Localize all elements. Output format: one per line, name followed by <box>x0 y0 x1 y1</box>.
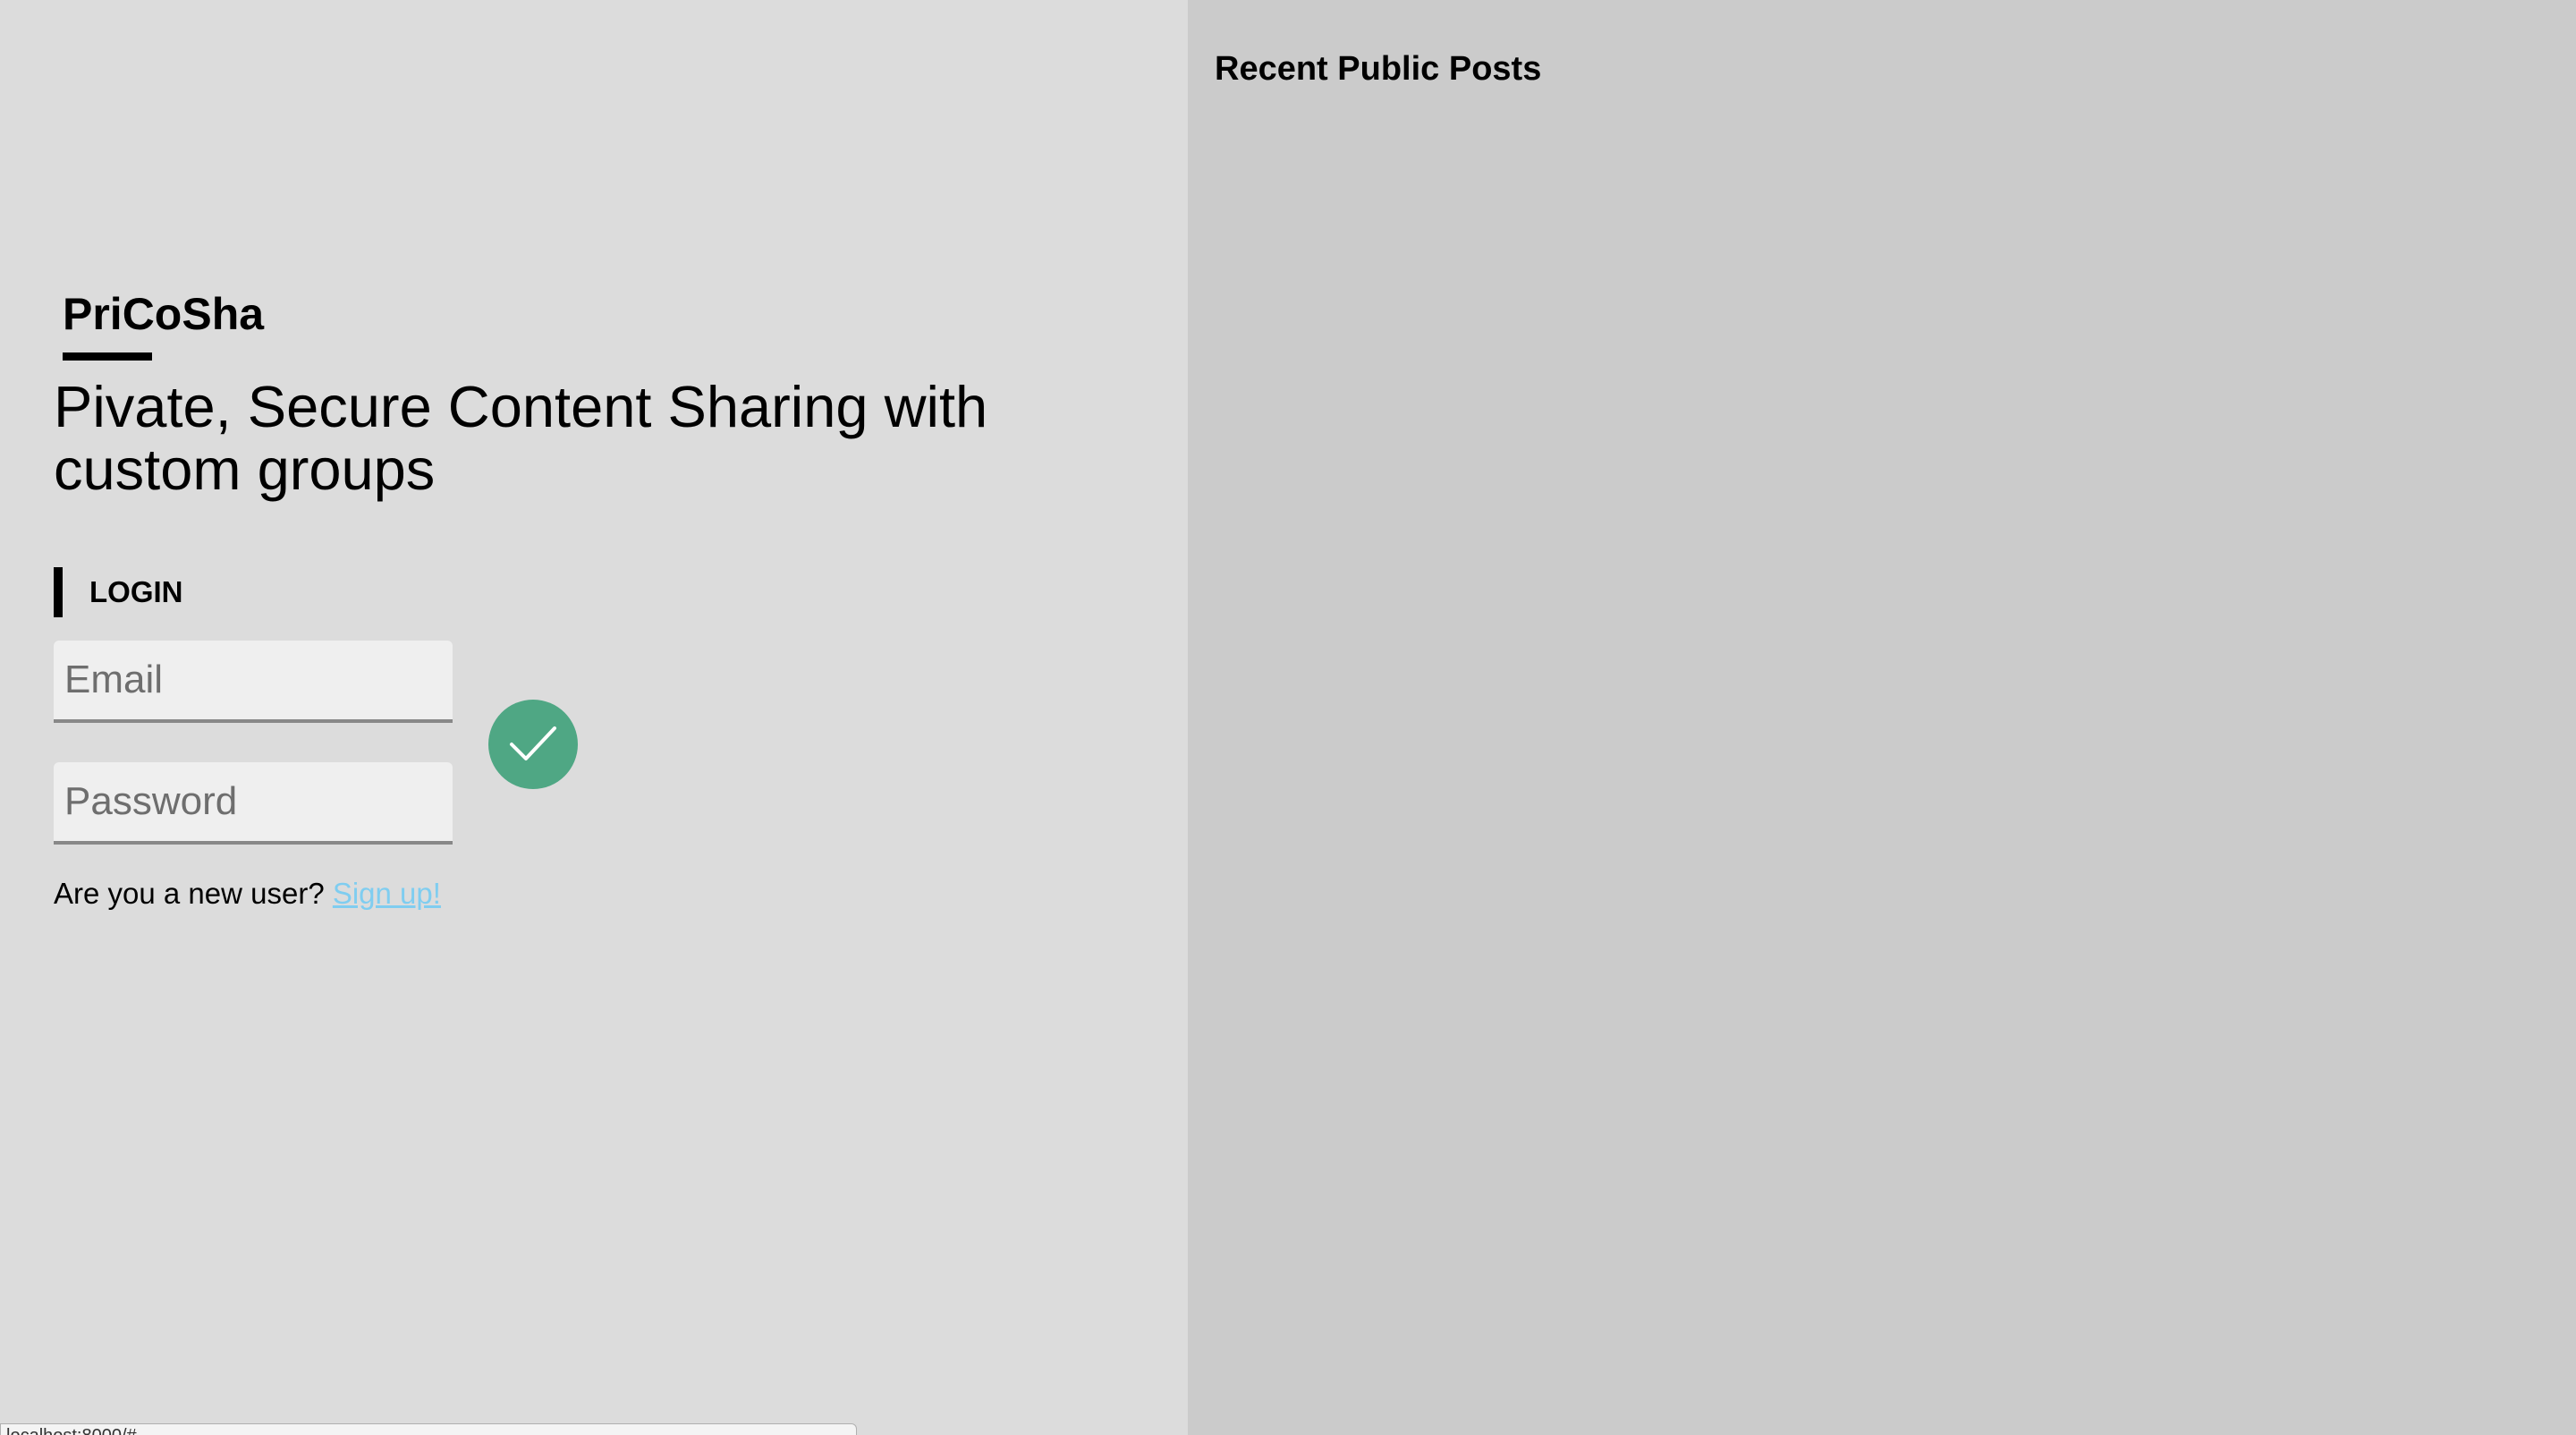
login-panel: PriCoSha Pivate, Secure Content Sharing … <box>0 0 1188 1435</box>
login-submit-button[interactable] <box>488 700 578 789</box>
browser-status-bar: localhost:8000/# <box>0 1423 857 1435</box>
posts-panel: Recent Public Posts <box>1188 0 2576 1435</box>
email-input[interactable] <box>54 641 453 723</box>
tagline: Pivate, Secure Content Sharing with cust… <box>54 374 988 502</box>
login-heading: LOGIN <box>54 567 183 617</box>
signup-prompt-text: Are you a new user? <box>54 877 325 910</box>
status-url: localhost:8000/# <box>6 1426 137 1435</box>
posts-heading: Recent Public Posts <box>1215 50 1542 88</box>
signup-link[interactable]: Sign up! <box>333 877 441 910</box>
signup-prompt: Are you a new user? Sign up! <box>54 877 441 911</box>
brand-underline <box>63 352 152 361</box>
page: PriCoSha Pivate, Secure Content Sharing … <box>0 0 2576 1435</box>
checkmark-icon <box>510 726 556 760</box>
brand-title: PriCoSha <box>63 289 265 339</box>
password-input[interactable] <box>54 762 453 845</box>
